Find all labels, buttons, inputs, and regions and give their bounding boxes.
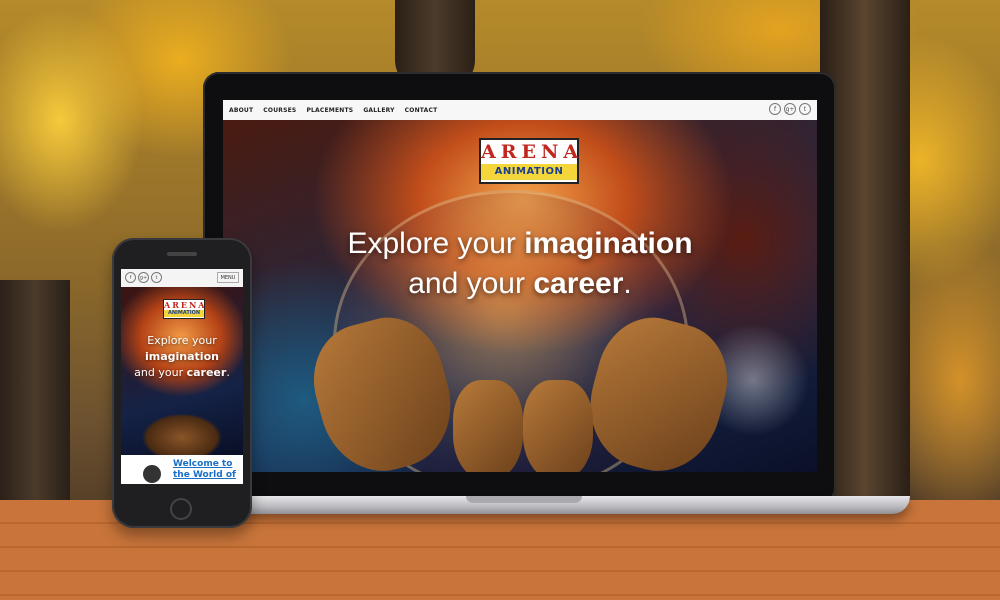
desktop-nav-links: ABOUT COURSES PLACEMENTS GALLERY CONTACT	[229, 107, 437, 114]
mobile-menu-button[interactable]: MENU	[217, 272, 239, 283]
welcome-section: Welcome to the World of	[121, 455, 243, 484]
twitter-icon[interactable]: t	[151, 272, 162, 283]
nav-gallery[interactable]: GALLERY	[363, 107, 394, 114]
nav-placements[interactable]: PLACEMENTS	[306, 107, 353, 114]
hands-image	[131, 397, 233, 455]
hero-headline: Explore your imagination and your career…	[223, 224, 817, 304]
laptop-notch	[466, 496, 582, 503]
nav-contact[interactable]: CONTACT	[405, 107, 438, 114]
nav-courses[interactable]: COURSES	[263, 107, 296, 114]
mobile-navbar: f g+ t MENU	[121, 269, 243, 287]
facebook-icon[interactable]: f	[125, 272, 136, 283]
tree-trunk-left	[0, 280, 70, 520]
mobile-hero-banner: ARENA ANIMATION Explore your imagination…	[121, 287, 243, 455]
twitter-icon[interactable]: t	[799, 103, 811, 115]
laptop-screen: ABOUT COURSES PLACEMENTS GALLERY CONTACT…	[223, 100, 817, 472]
mobile-social-links: f g+ t	[125, 272, 162, 283]
welcome-icon	[143, 465, 161, 483]
headline-line-2: and your career.	[408, 267, 632, 300]
nav-about[interactable]: ABOUT	[229, 107, 253, 114]
welcome-link[interactable]: Welcome to the World of	[173, 459, 238, 481]
desktop-social-links: f g+ t	[769, 103, 811, 115]
facebook-icon[interactable]: f	[769, 103, 781, 115]
google-plus-icon[interactable]: g+	[784, 103, 796, 115]
arena-animation-logo[interactable]: ARENA ANIMATION	[479, 138, 579, 184]
right-fingers-image	[523, 380, 593, 472]
desktop-hero-banner: ARENA ANIMATION Explore your imagination…	[223, 120, 817, 472]
laptop-mockup: ABOUT COURSES PLACEMENTS GALLERY CONTACT…	[203, 72, 836, 504]
arena-animation-logo[interactable]: ARENA ANIMATION	[163, 299, 205, 319]
google-plus-icon[interactable]: g+	[138, 272, 149, 283]
mobile-hero-headline: Explore your imagination and your career…	[134, 334, 230, 379]
phone-mockup: f g+ t MENU ARENA ANIMATION Explore your…	[112, 238, 252, 528]
phone-speaker	[167, 252, 197, 256]
desktop-navbar: ABOUT COURSES PLACEMENTS GALLERY CONTACT…	[223, 100, 817, 120]
phone-screen: f g+ t MENU ARENA ANIMATION Explore your…	[121, 269, 243, 484]
headline-line-1: Explore your imagination	[347, 227, 693, 260]
left-fingers-image	[453, 380, 523, 472]
phone-home-button	[170, 498, 192, 520]
